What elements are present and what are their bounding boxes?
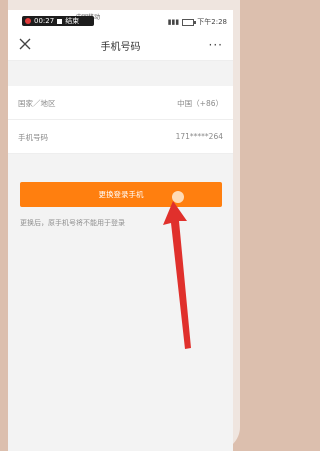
battery-icon [182, 18, 197, 26]
touch-indicator [172, 191, 184, 203]
record-end-label: 结束 [65, 17, 80, 25]
page-title: 手机号码 [100, 42, 141, 53]
phone-value: 171*****264 [175, 132, 223, 141]
status-right: ▮▮▮ 下午2:28 [168, 17, 227, 27]
record-dot-icon [25, 18, 31, 24]
country-value: 中国（+86） [177, 99, 223, 108]
navigation-bar: 手机号码 ··· [8, 28, 233, 61]
country-label: 国家／地区 [18, 99, 56, 108]
change-login-phone-button[interactable]: 更换登录手机 [20, 182, 222, 207]
info-list: 国家／地区 中国（+86） 手机号码 171*****264 [8, 86, 233, 154]
hint-text: 更换后，原手机号将不能用于登录 [20, 219, 125, 227]
screen-record-pill[interactable]: 00:27 结束 [22, 16, 94, 26]
signal-icon: ▮▮▮ [167, 18, 180, 26]
red-arrow-annotation [163, 201, 191, 349]
stop-icon [57, 18, 63, 24]
record-time: 00:27 [34, 17, 55, 25]
phone-label: 手机号码 [18, 133, 48, 142]
clock: 下午2:28 [197, 18, 227, 26]
app-screen: 手机号码 ··· 国家／地区 中国（+86） 手机号码 171*****264 … [8, 28, 233, 451]
list-item-country[interactable]: 国家／地区 中国（+86） [8, 86, 233, 120]
status-bar: 中国移动 00:27 结束 ▮▮▮ 下午2:28 [8, 10, 233, 28]
list-item-phone: 手机号码 171*****264 [8, 120, 233, 154]
more-icon[interactable]: ··· [209, 38, 223, 52]
